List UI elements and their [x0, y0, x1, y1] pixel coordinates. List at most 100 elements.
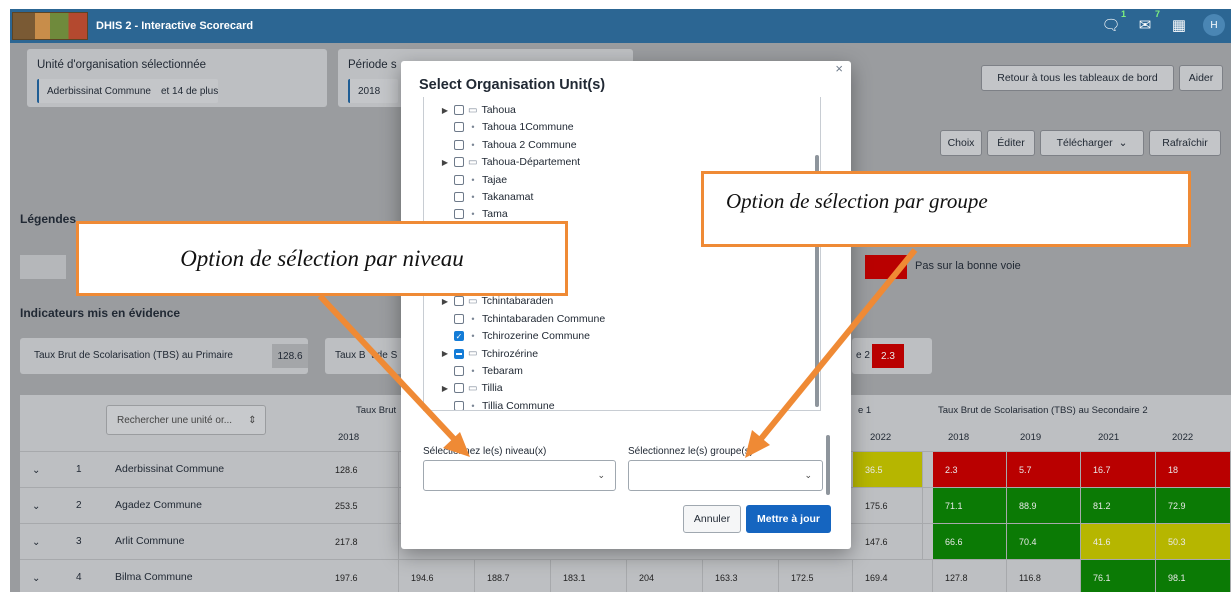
modal-title: Select Organisation Unit(s): [419, 77, 606, 93]
app-logo[interactable]: [12, 12, 88, 40]
tree-node-label[interactable]: Tillia: [481, 382, 502, 394]
chevron-down-icon[interactable]: ⌄: [32, 537, 40, 548]
tree-node[interactable]: • Tebaram: [440, 362, 523, 380]
column-2018-s2[interactable]: 2018: [948, 432, 969, 443]
tree-node-label[interactable]: Takanamat: [482, 191, 533, 203]
tree-checkbox[interactable]: [454, 296, 464, 307]
tree-node-label[interactable]: Tahoua: [481, 104, 515, 116]
chevron-down-icon[interactable]: ⌄: [32, 501, 40, 512]
choice-button[interactable]: Choix: [940, 130, 982, 156]
column-2022-a[interactable]: 2022: [870, 432, 891, 443]
chevron-down-icon[interactable]: ⌄: [32, 465, 40, 476]
table-cell: 41.6: [1081, 524, 1156, 559]
modal-scrollbar[interactable]: [826, 435, 830, 495]
tree-node-label[interactable]: Tahoua 1Commune: [482, 121, 574, 133]
table-cell: 76.1: [1081, 560, 1156, 592]
tree-checkbox[interactable]: ✓: [454, 331, 464, 342]
sort-icon[interactable]: ⇕: [248, 415, 256, 426]
table-cell: 175.6: [853, 488, 923, 523]
org-unit-more: et 14 de plus: [160, 85, 219, 97]
profile-avatar[interactable]: H: [1203, 14, 1225, 36]
org-unit-card[interactable]: Unité d'organisation sélectionnée Aderbi…: [27, 49, 327, 107]
period-selection[interactable]: 2018: [348, 79, 398, 103]
close-icon[interactable]: ×: [835, 61, 843, 76]
group-select[interactable]: ⌄: [628, 460, 823, 491]
tree-node[interactable]: ▶ ▭ Tchirozérine: [440, 345, 538, 363]
tree-node-label[interactable]: Tahoua 2 Commune: [482, 139, 577, 151]
column-2021-s2[interactable]: 2021: [1098, 432, 1119, 443]
tree-node-label[interactable]: Tillia Commune: [482, 400, 555, 410]
callout-group: Option de sélection par groupe: [701, 171, 1191, 247]
tree-node[interactable]: • Tajae: [440, 171, 507, 189]
tree-node[interactable]: • Tillia Commune: [440, 397, 555, 410]
tree-node-label[interactable]: Tchirozerine Commune: [482, 330, 590, 342]
table-cell: 5.7: [1007, 452, 1081, 487]
tree-node[interactable]: • Tahoua 1Commune: [440, 118, 574, 136]
tree-checkbox[interactable]: [454, 139, 464, 150]
tree-node[interactable]: • Tchintabaraden Commune: [440, 310, 605, 328]
tree-checkbox[interactable]: [454, 366, 464, 376]
tree-node-label[interactable]: Tebaram: [482, 365, 523, 377]
apps-grid-icon[interactable]: ▦: [1169, 16, 1189, 34]
tree-checkbox[interactable]: [454, 157, 464, 168]
highlighted-indicator-2: Taux B t de S: [325, 338, 405, 374]
tree-checkbox[interactable]: [454, 192, 464, 202]
legend-no-data-swatch: [20, 255, 66, 279]
column-2019-s2[interactable]: 2019: [1020, 432, 1041, 443]
table-cell: 98.1: [1156, 560, 1231, 592]
help-button[interactable]: Aider: [1179, 65, 1223, 91]
cancel-button[interactable]: Annuler: [683, 505, 741, 533]
tree-node[interactable]: • Tahoua 2 Commune: [440, 136, 577, 154]
expand-arrow-icon[interactable]: ▶: [440, 106, 450, 115]
callout-level: Option de sélection par niveau: [76, 221, 568, 296]
column-2018-a[interactable]: 2018: [338, 432, 359, 443]
tree-checkbox[interactable]: [454, 348, 464, 359]
interpretations-icon[interactable]: 🗨 1: [1101, 9, 1126, 34]
column-2022-s2[interactable]: 2022: [1172, 432, 1193, 443]
download-button[interactable]: Télécharger ⌄: [1040, 130, 1144, 156]
search-org-unit-input[interactable]: Rechercher une unité or... ⇕: [106, 405, 266, 435]
table-cell: 72.9: [1156, 488, 1231, 523]
org-unit-modal: Select Organisation Unit(s) × ▶ ▭ Tahoua • T…: [401, 61, 851, 549]
leaf-dot-icon: •: [471, 174, 475, 185]
table-cell: 183.1: [551, 560, 627, 592]
back-to-dashboards-button[interactable]: Retour à tous les tableaux de bord: [981, 65, 1174, 91]
tree-node[interactable]: ▶ ▭ Tahoua-Département: [440, 153, 580, 171]
refresh-button[interactable]: Rafraîchir: [1149, 130, 1221, 156]
chevron-down-icon: ⌄: [597, 470, 605, 480]
expand-arrow-icon[interactable]: ▶: [440, 158, 450, 167]
tree-checkbox[interactable]: [454, 209, 464, 220]
folder-icon: ▭: [468, 104, 478, 116]
expand-arrow-icon[interactable]: ▶: [440, 349, 450, 358]
table-cell: 172.5: [779, 560, 853, 592]
tree-node-label[interactable]: Tahoua-Département: [481, 156, 580, 168]
leaf-dot-icon: •: [471, 366, 475, 376]
tree-checkbox[interactable]: [454, 105, 464, 115]
tree-node[interactable]: ✓ • Tchirozerine Commune: [440, 327, 590, 345]
org-unit-selection[interactable]: Aderbissinat Commune et 14 de plus: [37, 79, 219, 103]
tree-node-label[interactable]: Tajae: [482, 174, 507, 186]
edit-button[interactable]: Éditer: [987, 130, 1035, 156]
tree-node[interactable]: • Takanamat: [440, 188, 533, 206]
expand-arrow-icon[interactable]: ▶: [440, 297, 450, 306]
expand-arrow-icon[interactable]: ▶: [440, 384, 450, 393]
row-org-unit: Bilma Commune: [115, 571, 193, 583]
level-select[interactable]: ⌄: [423, 460, 616, 491]
tree-node[interactable]: ▶ ▭ Tahoua: [440, 101, 516, 119]
tree-node-label[interactable]: Tama: [482, 208, 508, 220]
chevron-down-icon[interactable]: ⌄: [32, 573, 40, 584]
table-row[interactable]: ⌄ 4 Bilma Commune 197.6 194.6 188.7 183.…: [20, 560, 1231, 592]
tree-checkbox[interactable]: [454, 174, 464, 185]
tree-checkbox[interactable]: [454, 400, 464, 410]
messages-icon[interactable]: ✉ 7: [1135, 9, 1160, 34]
tree-checkbox[interactable]: [454, 313, 464, 324]
update-button[interactable]: Mettre à jour: [746, 505, 831, 533]
tree-node-label[interactable]: Tchirozérine: [481, 348, 538, 360]
table-cell: 163.3: [703, 560, 779, 592]
org-unit-value: Aderbissinat Commune: [47, 85, 151, 97]
tree-checkbox[interactable]: [454, 122, 464, 133]
tree-node[interactable]: ▶ ▭ Tillia: [440, 379, 503, 397]
tree-node-label[interactable]: Tchintabaraden Commune: [482, 313, 605, 325]
tree-checkbox[interactable]: [454, 383, 464, 394]
tree-node-label[interactable]: Tchintabaraden: [481, 295, 553, 307]
